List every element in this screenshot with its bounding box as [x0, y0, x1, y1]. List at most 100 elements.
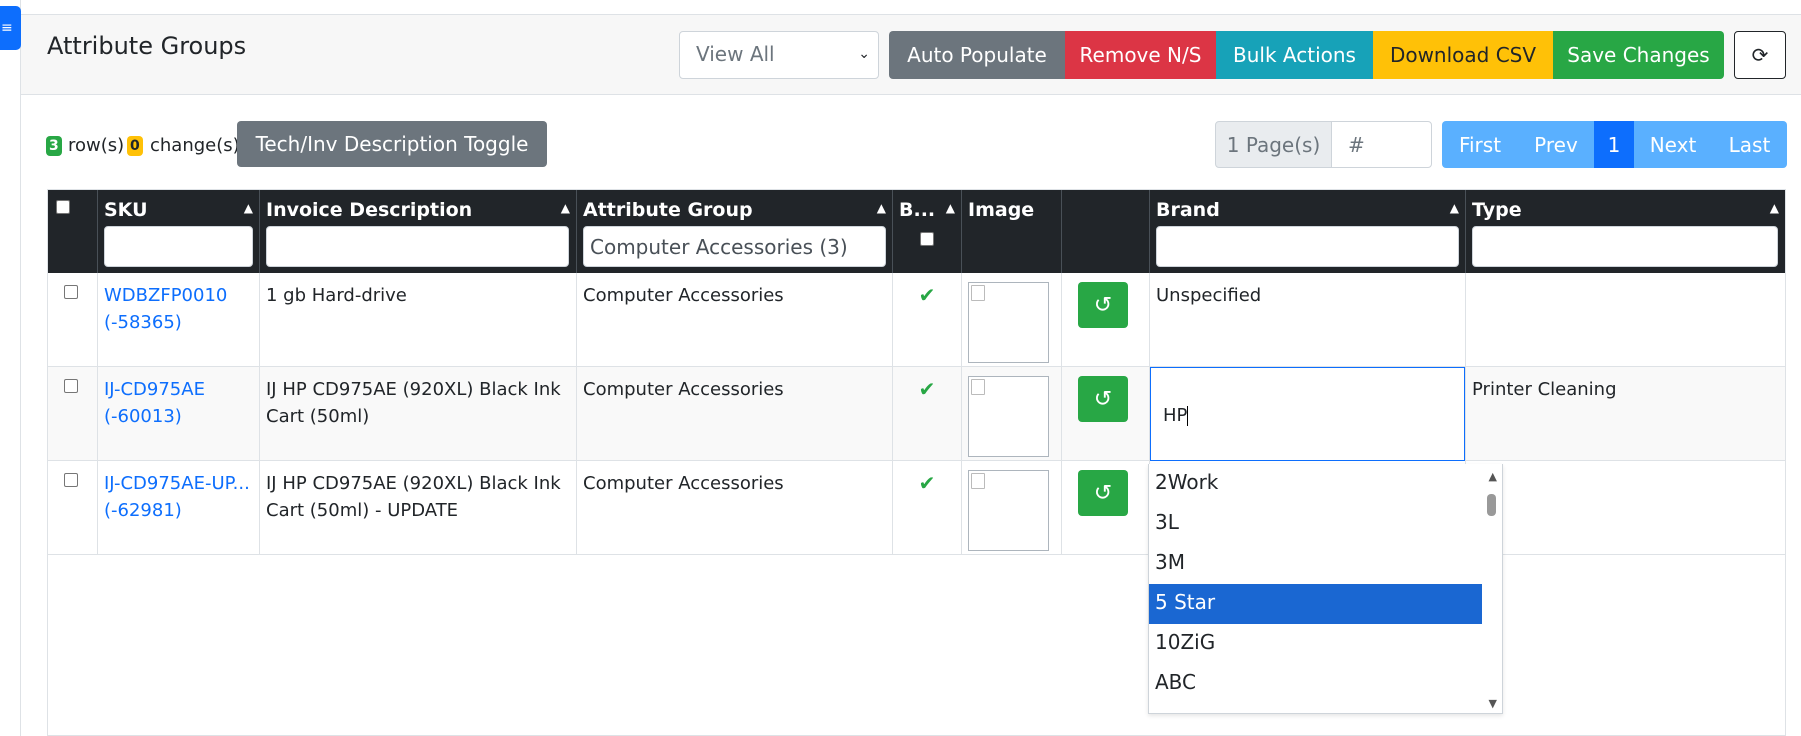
sort-up-icon[interactable]: ▲	[1450, 201, 1459, 215]
sku-link[interactable]: IJ-CD975AE-UP...	[104, 470, 253, 497]
scrollbar-thumb[interactable]	[1487, 494, 1496, 516]
pagination-prev-button[interactable]: Prev	[1518, 121, 1594, 168]
page-header: Attribute Groups View All ⌄ Auto Populat…	[21, 14, 1801, 95]
brand-filter-input[interactable]	[1156, 226, 1459, 267]
sort-up-icon[interactable]: ▲	[946, 201, 955, 215]
sort-up-icon[interactable]: ▲	[1770, 201, 1779, 215]
brand-cell[interactable]: HP	[1150, 367, 1466, 461]
brand-option[interactable]: 10ZiG	[1149, 624, 1484, 664]
column-brand[interactable]: Brand ▲	[1150, 190, 1466, 273]
sku-link[interactable]: IJ-CD975AE	[104, 376, 253, 403]
attribute-group-cell[interactable]: Computer Accessories	[577, 273, 893, 367]
type-cell[interactable]: Printer Cleaning	[1466, 367, 1785, 461]
invoice-description-cell[interactable]: IJ HP CD975AE (920XL) Black Ink Cart (50…	[260, 461, 577, 555]
pagination-next-button[interactable]: Next	[1634, 121, 1712, 168]
invoice-description-cell[interactable]: 1 gb Hard-drive	[260, 273, 577, 367]
column-sku[interactable]: SKU ▲	[98, 190, 260, 273]
scroll-down-arrow-icon[interactable]: ▼	[1489, 697, 1497, 710]
brand-dropdown-list[interactable]: 2Work 3L 3M 5 Star 10ZiG ABC ▲ ▼	[1148, 464, 1503, 714]
table-header: SKU ▲ Invoice Description ▲ Attribute Gr…	[48, 190, 1785, 273]
b-column-checkbox[interactable]	[920, 232, 934, 246]
sku-cell[interactable]: WDBZFP0010 (-58365)	[98, 273, 260, 367]
brand-cell[interactable]: Unspecified	[1150, 273, 1466, 367]
brand-edit-input[interactable]: HP	[1150, 367, 1465, 461]
save-changes-button[interactable]: Save Changes	[1553, 31, 1724, 79]
broken-image-icon[interactable]	[968, 376, 1049, 457]
column-actions	[1062, 190, 1150, 273]
page-count-label: 1 Page(s)	[1215, 121, 1332, 168]
view-filter-select[interactable]: View All ⌄	[679, 31, 879, 79]
sidebar-toggle-button[interactable]: ≡	[0, 6, 21, 50]
row-checkbox[interactable]	[64, 473, 78, 487]
column-b[interactable]: B... ▲	[893, 190, 962, 273]
table-row: IJ-CD975AE-UP... (-62981) IJ HP CD975AE …	[48, 461, 1785, 555]
brand-option[interactable]: 2Work	[1149, 464, 1484, 504]
revert-button[interactable]: ↺	[1078, 376, 1128, 422]
column-invoice-description[interactable]: Invoice Description ▲	[260, 190, 577, 273]
pagination-first-button[interactable]: First	[1442, 121, 1518, 168]
column-type[interactable]: Type ▲	[1466, 190, 1785, 273]
row-checkbox[interactable]	[64, 379, 78, 393]
b-cell: ✔	[893, 367, 962, 461]
refresh-button[interactable]: ⟳	[1734, 31, 1786, 79]
attribute-group-cell[interactable]: Computer Accessories	[577, 461, 893, 555]
menu-icon: ≡	[1, 20, 13, 36]
left-sidebar-strip	[0, 0, 21, 736]
text-caret	[1187, 406, 1189, 426]
rows-count-badge: 3	[46, 136, 62, 156]
column-b-label: B...	[899, 199, 936, 221]
select-all-checkbox[interactable]	[56, 200, 70, 214]
rows-label: row(s)	[68, 135, 125, 156]
changes-label: change(s)	[150, 135, 240, 156]
image-cell	[962, 273, 1062, 367]
row-checkbox[interactable]	[64, 285, 78, 299]
action-cell: ↺	[1062, 273, 1150, 367]
sku-link[interactable]: WDBZFP0010	[104, 282, 253, 309]
scroll-up-arrow-icon[interactable]: ▲	[1489, 470, 1497, 483]
remove-ns-button[interactable]: Remove N/S	[1065, 31, 1216, 79]
invoice-description-filter-input[interactable]	[266, 226, 569, 267]
column-attribute-group[interactable]: Attribute Group ▲ Computer Accessories (…	[577, 190, 893, 273]
column-sku-label: SKU	[104, 199, 148, 221]
bulk-actions-button[interactable]: Bulk Actions	[1216, 31, 1373, 79]
action-cell: ↺	[1062, 461, 1150, 555]
view-filter-value: View All	[696, 42, 775, 66]
sort-up-icon[interactable]: ▲	[561, 201, 570, 215]
type-cell[interactable]	[1466, 273, 1785, 367]
sku-cell[interactable]: IJ-CD975AE (-60013)	[98, 367, 260, 461]
changes-count-badge: 0	[127, 136, 143, 156]
revert-button[interactable]: ↺	[1078, 282, 1128, 328]
header-select-cell	[48, 190, 98, 273]
broken-image-icon[interactable]	[968, 470, 1049, 551]
type-filter-input[interactable]	[1472, 226, 1778, 267]
sort-up-icon[interactable]: ▲	[877, 201, 886, 215]
type-cell[interactable]	[1466, 461, 1785, 555]
attribute-group-filter-input[interactable]: Computer Accessories (3)	[583, 226, 886, 267]
dropdown-scrollbar[interactable]: ▲ ▼	[1482, 464, 1502, 713]
pagination-last-button[interactable]: Last	[1712, 121, 1787, 168]
description-toggle-button[interactable]: Tech/Inv Description Toggle	[237, 121, 547, 167]
sku-cell[interactable]: IJ-CD975AE-UP... (-62981)	[98, 461, 260, 555]
sku-id-link[interactable]: (-60013)	[104, 403, 253, 430]
broken-image-icon[interactable]	[968, 282, 1049, 363]
sku-id-link[interactable]: (-62981)	[104, 497, 253, 524]
column-attribute-group-label: Attribute Group	[583, 199, 753, 221]
invoice-description-cell[interactable]: IJ HP CD975AE (920XL) Black Ink Cart (50…	[260, 367, 577, 461]
brand-option[interactable]: ABC	[1149, 664, 1484, 704]
column-image: Image	[962, 190, 1062, 273]
attribute-group-cell[interactable]: Computer Accessories	[577, 367, 893, 461]
brand-option[interactable]: 3L	[1149, 504, 1484, 544]
brand-option-selected[interactable]: 5 Star	[1149, 584, 1484, 624]
brand-option[interactable]: 3M	[1149, 544, 1484, 584]
row-select-cell	[48, 367, 98, 461]
auto-populate-button[interactable]: Auto Populate	[889, 31, 1065, 79]
sku-filter-input[interactable]	[104, 226, 253, 267]
page-number-input[interactable]: #	[1331, 121, 1432, 168]
revert-button[interactable]: ↺	[1078, 470, 1128, 516]
undo-icon: ↺	[1093, 386, 1113, 412]
sku-id-link[interactable]: (-58365)	[104, 309, 253, 336]
download-csv-button[interactable]: Download CSV	[1373, 31, 1553, 79]
sort-up-icon[interactable]: ▲	[244, 201, 253, 215]
chevron-down-icon: ⌄	[858, 46, 870, 62]
pagination-current-page[interactable]: 1	[1594, 121, 1634, 168]
